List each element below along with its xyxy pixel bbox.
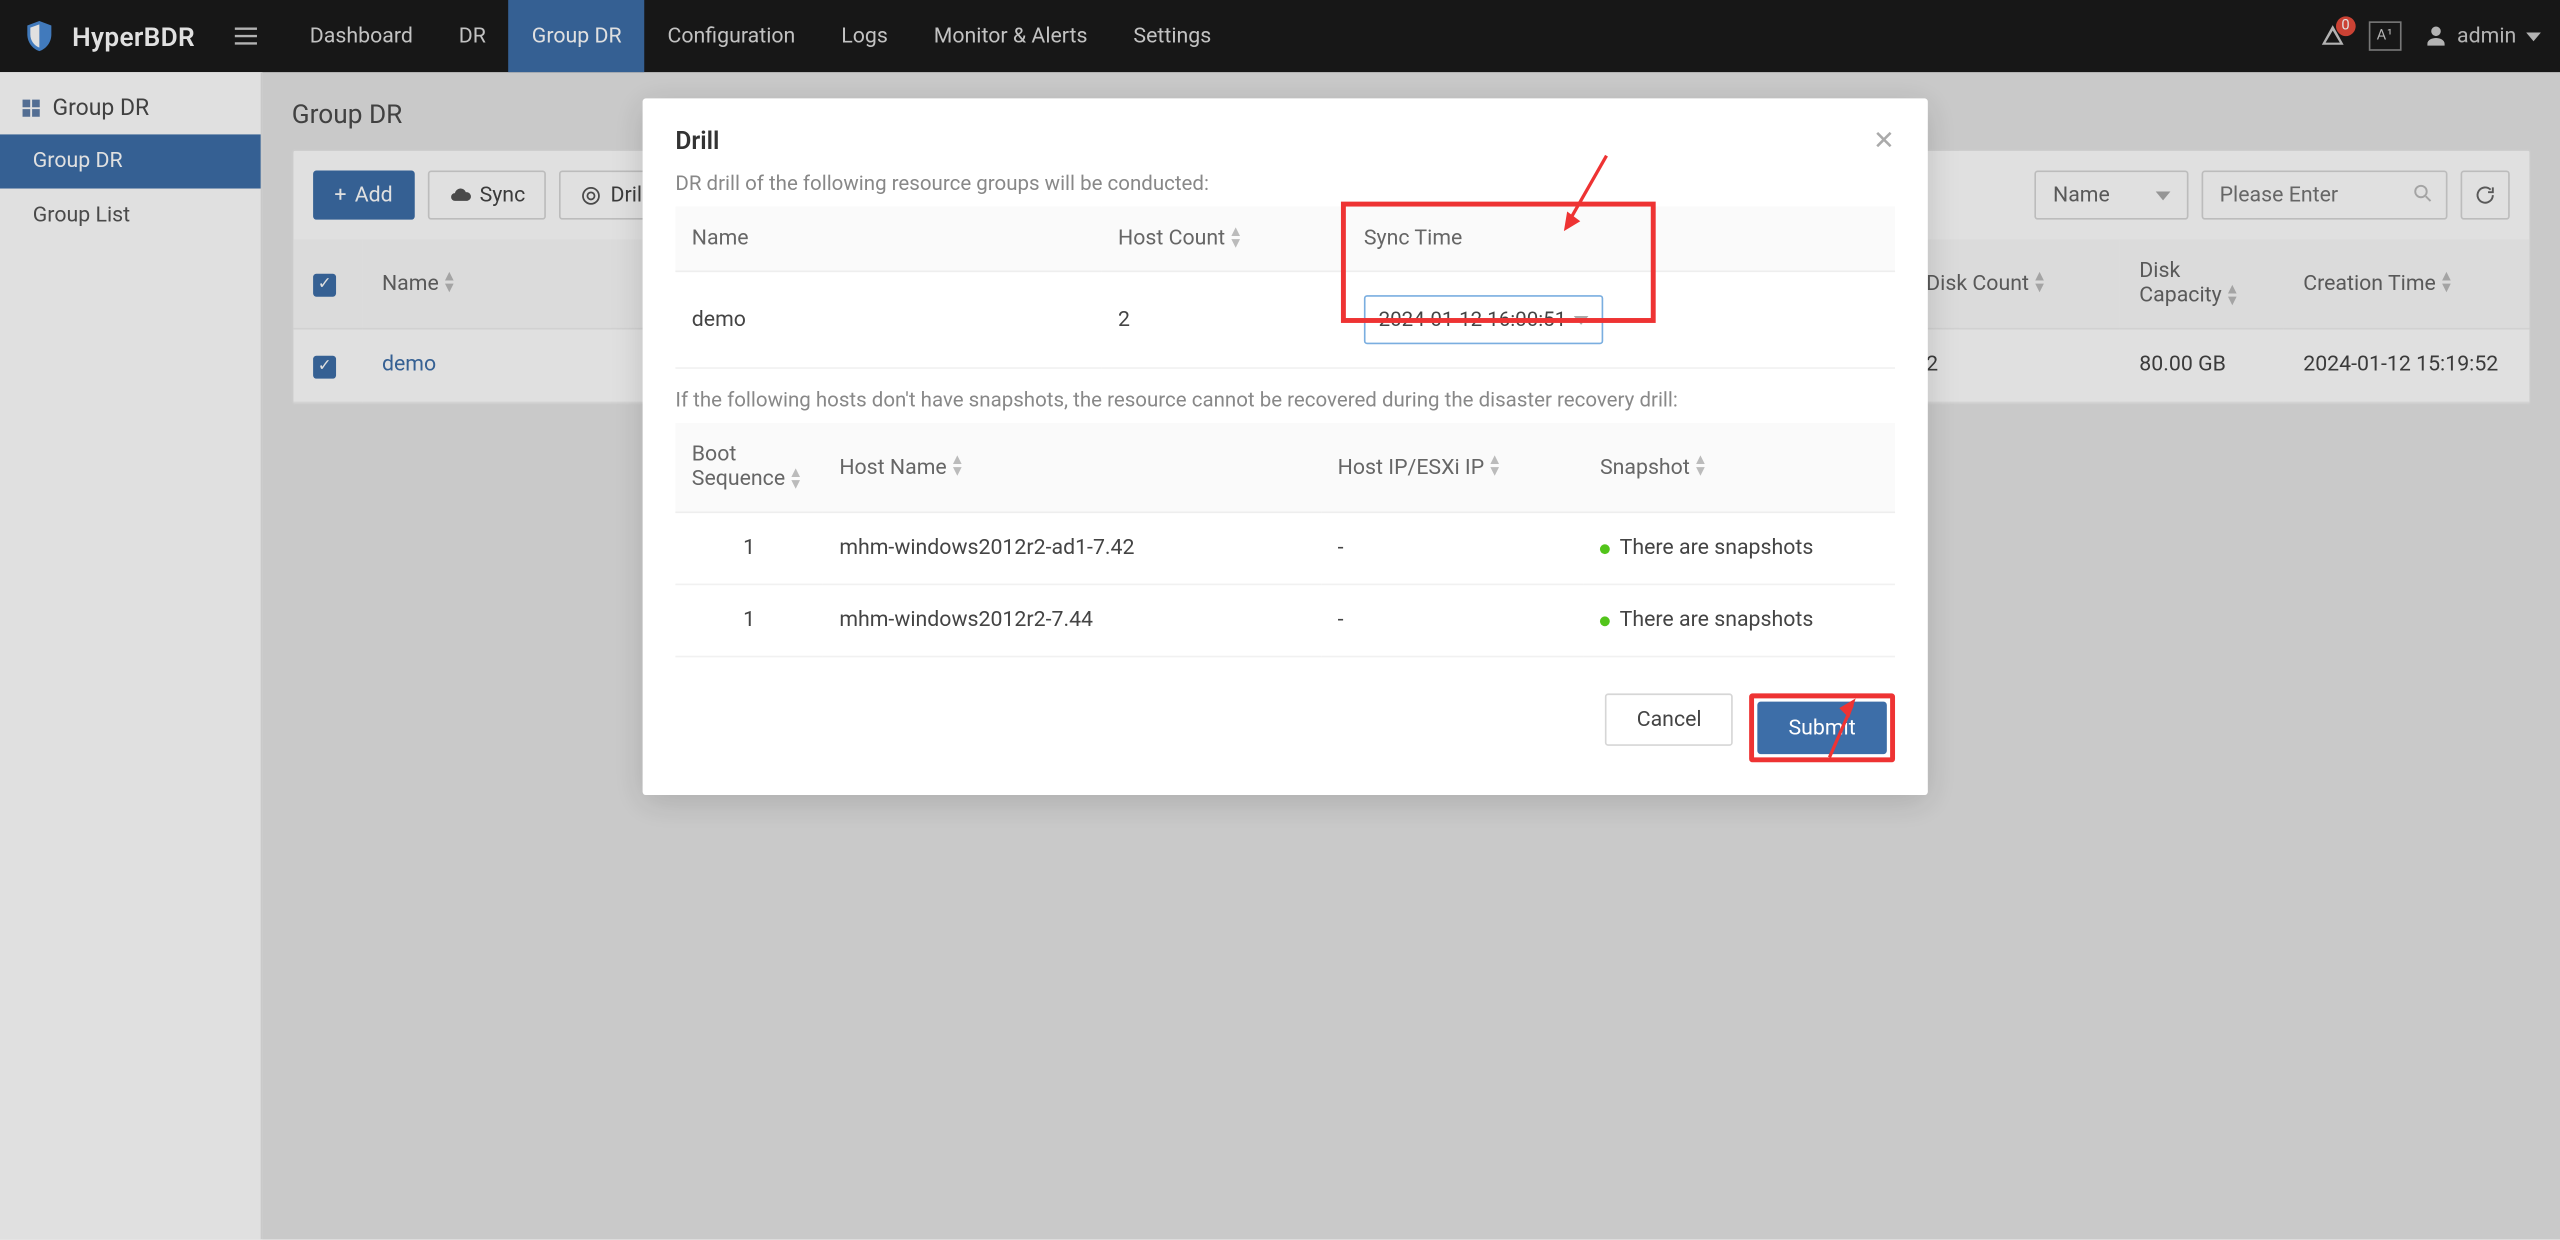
sort-icon[interactable]: ▲▼ — [1487, 456, 1502, 479]
modal-hosts-table: Boot Sequence▲▼ Host Name▲▼ Host IP/ESXi… — [675, 423, 1895, 657]
annotation-arrow — [1823, 695, 1859, 761]
table-row: 1 mhm-windows2012r2-ad1-7.42 - There are… — [675, 512, 1895, 584]
status-dot — [1600, 544, 1610, 554]
modal-close-button[interactable]: ✕ — [1873, 125, 1895, 156]
sort-icon[interactable]: ▲▼ — [1228, 227, 1243, 250]
sort-icon[interactable]: ▲▼ — [788, 468, 803, 491]
modal-groups-table: Name Host Count▲▼ Sync Time demo 2 2024-… — [675, 207, 1895, 369]
chevron-down-icon — [1574, 312, 1589, 327]
modal-warning: If the following hosts don't have snapsh… — [675, 389, 1895, 414]
modal-intro: DR drill of the following resource group… — [675, 172, 1895, 197]
sort-icon[interactable]: ▲▼ — [1693, 456, 1708, 479]
table-row: demo 2 2024-01-12 16:00:51 — [675, 271, 1895, 368]
drill-modal: Drill ✕ DR drill of the following resour… — [643, 98, 1928, 795]
table-row: 1 mhm-windows2012r2-7.44 - There are sna… — [675, 584, 1895, 656]
annotation-arrow — [1561, 152, 1610, 231]
sort-icon[interactable]: ▲▼ — [950, 456, 965, 479]
status-dot — [1600, 616, 1610, 626]
sync-time-select[interactable]: 2024-01-12 16:00:51 — [1364, 295, 1603, 344]
cancel-button[interactable]: Cancel — [1606, 693, 1733, 745]
modal-title: Drill — [675, 125, 719, 155]
